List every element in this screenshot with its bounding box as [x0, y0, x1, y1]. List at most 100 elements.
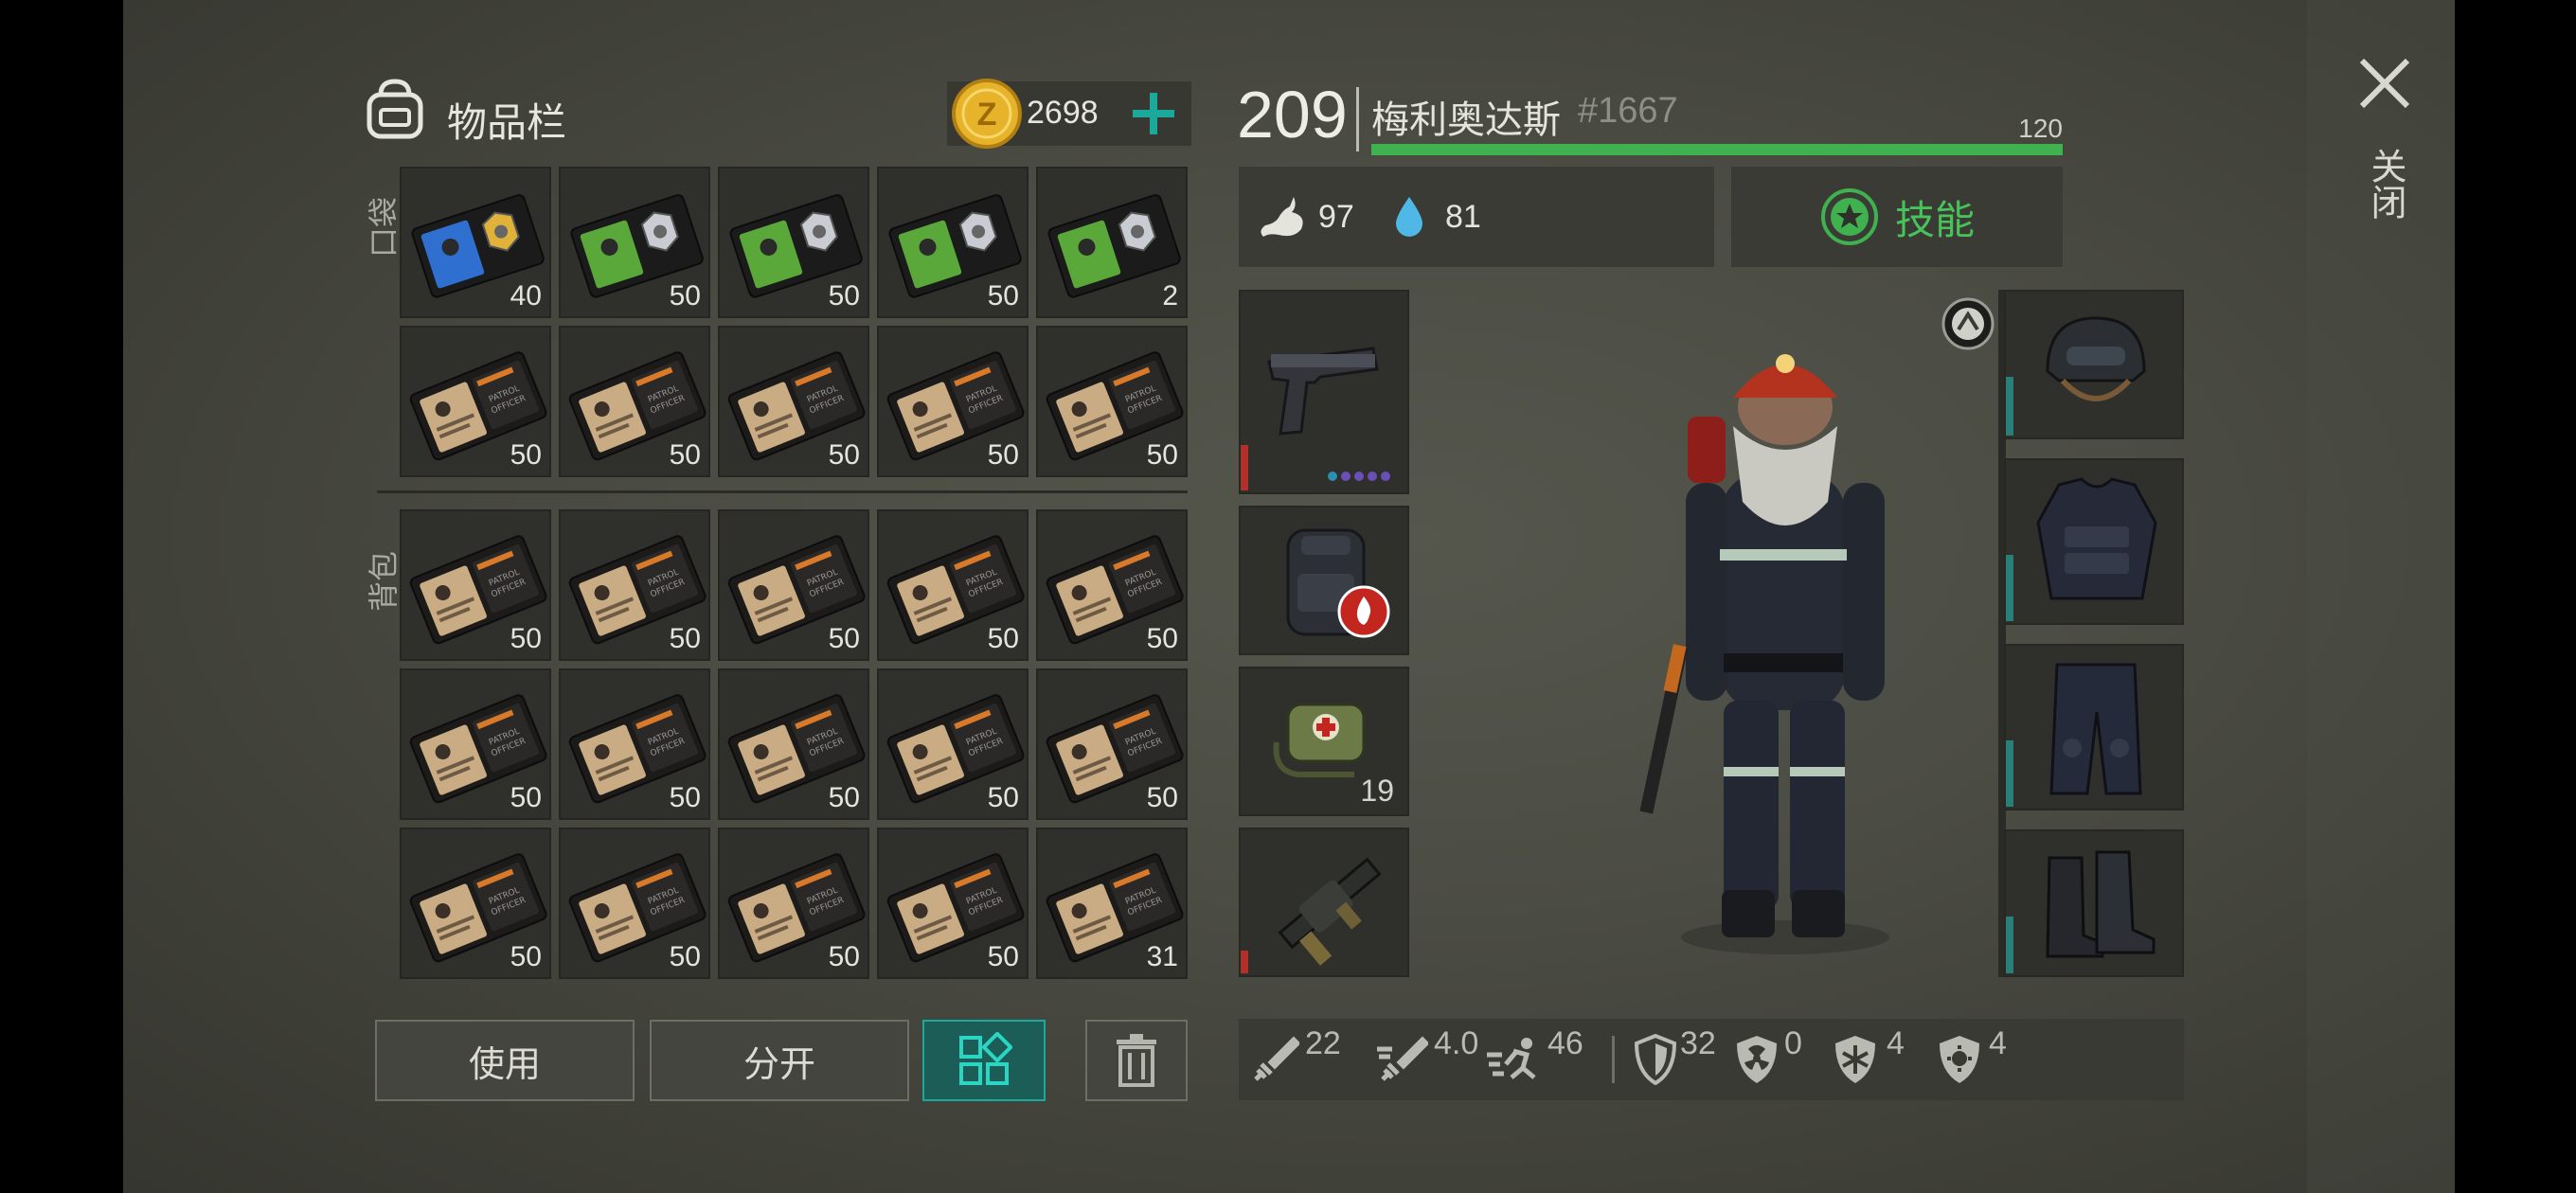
inventory-slot[interactable]: PATROL OFFICER 50	[400, 668, 551, 820]
item-count: 50	[987, 439, 1019, 471]
radiation-value: 0	[1784, 1025, 1802, 1061]
item-count: 50	[1146, 782, 1178, 813]
inventory-slot[interactable]: PATROL OFFICER 50	[877, 326, 1029, 477]
inventory-slot[interactable]: PATROL OFFICER 50	[559, 326, 710, 477]
inventory-slot[interactable]: 2	[1036, 167, 1188, 318]
tactical-backpack-icon	[1286, 528, 1390, 638]
trash-button[interactable]	[1085, 1020, 1188, 1101]
durability-bar	[2006, 917, 2013, 973]
item-count: 50	[828, 782, 860, 813]
movement-speed-icon	[1487, 1038, 1536, 1079]
split-button[interactable]: 分开	[650, 1020, 909, 1101]
item-count: 50	[510, 782, 542, 813]
trash-icon	[1117, 1034, 1156, 1087]
item-count: 50	[828, 623, 860, 654]
weapon-slot-pistol[interactable]	[1239, 290, 1409, 494]
item-count: 2	[1162, 280, 1178, 312]
item-count: 50	[669, 623, 701, 654]
inventory-slot[interactable]: PATROL OFFICER 50	[400, 828, 551, 979]
durability-bar	[1241, 951, 1248, 973]
backpack-icon	[367, 79, 423, 139]
mod-dot	[1341, 472, 1351, 481]
inventory-slot[interactable]: PATROL OFFICER 50	[1036, 326, 1188, 477]
attack-speed-icon	[1377, 1036, 1428, 1081]
mod-dot	[1381, 472, 1390, 481]
item-count: 50	[987, 280, 1019, 312]
skill-star-icon	[1820, 188, 1878, 245]
inventory-slot[interactable]: 50	[877, 167, 1029, 318]
hp-value: 120	[2018, 114, 2063, 143]
grenade-launcher-icon	[1278, 857, 1382, 966]
cold-protection-icon	[1835, 1036, 1875, 1083]
character-figure	[1639, 354, 1889, 954]
body-armor-slot[interactable]	[2004, 458, 2184, 625]
item-count: 50	[510, 941, 542, 972]
tactical-pants-icon	[2049, 663, 2142, 795]
inventory-slot[interactable]: PATROL OFFICER 50	[559, 668, 710, 820]
movement-speed-value: 46	[1547, 1025, 1583, 1061]
stats-divider	[1612, 1036, 1615, 1083]
durability-bar	[2006, 740, 2013, 807]
inventory-slot[interactable]: PATROL OFFICER 50	[877, 828, 1029, 979]
inventory-slot[interactable]: PATROL OFFICER 31	[1036, 828, 1188, 979]
use-button[interactable]: 使用	[375, 1020, 635, 1101]
hp-bar-fill	[1371, 144, 2063, 155]
water-value: 81	[1445, 199, 1481, 235]
z-coin-icon: Z	[952, 79, 1022, 149]
item-count: 40	[510, 280, 542, 312]
close-label[interactable]: 关闭	[2365, 148, 2407, 220]
melee-damage-icon	[1254, 1036, 1299, 1081]
inventory-slot[interactable]: 40	[400, 167, 551, 318]
tactical-helmet-icon	[2046, 316, 2146, 401]
character-buff-icon[interactable]	[1940, 295, 1996, 352]
close-icon[interactable]	[2354, 53, 2415, 114]
inventory-slot[interactable]: PATROL OFFICER 50	[1036, 509, 1188, 661]
inventory-slot[interactable]: 50	[718, 167, 869, 318]
boots-slot[interactable]	[2004, 829, 2184, 977]
inventory-slot[interactable]: PATROL OFFICER 50	[1036, 668, 1188, 820]
coin-count: 2698	[1027, 95, 1099, 131]
water-drop-icon	[1396, 197, 1422, 237]
grid-view-button[interactable]	[922, 1020, 1046, 1101]
inventory-slot[interactable]: PATROL OFFICER 50	[400, 326, 551, 477]
mod-dot	[1368, 472, 1377, 481]
inventory-slot[interactable]: PATROL OFFICER 50	[718, 828, 869, 979]
virus-protection-icon	[1940, 1036, 1979, 1083]
item-count: 50	[510, 439, 542, 471]
item-count: 50	[987, 782, 1019, 813]
inventory-slot[interactable]: PATROL OFFICER 50	[559, 828, 710, 979]
inventory-slot[interactable]: PATROL OFFICER 50	[718, 509, 869, 661]
grid-view-icon	[959, 1032, 1012, 1085]
durability-bar	[2006, 555, 2013, 621]
food-value: 97	[1318, 199, 1354, 235]
radiation-protection-icon	[1737, 1036, 1777, 1083]
character-level: 209	[1237, 78, 1348, 151]
inventory-slot[interactable]: 50	[559, 167, 710, 318]
skills-label: 技能	[1894, 196, 1975, 243]
body-armor-icon	[2036, 477, 2157, 600]
item-count: 50	[669, 782, 701, 813]
inventory-slot[interactable]: PATROL OFFICER 50	[559, 509, 710, 661]
helmet-slot[interactable]	[2004, 290, 2184, 439]
cold-protection-value: 4	[1887, 1025, 1905, 1061]
attack-speed-value: 4.0	[1434, 1025, 1479, 1061]
inventory-slot[interactable]: PATROL OFFICER 50	[718, 326, 869, 477]
inventory-title: 物品栏	[447, 99, 567, 146]
item-count: 50	[1146, 439, 1178, 471]
backpack-slot[interactable]	[1239, 506, 1409, 655]
inventory-slot[interactable]: PATROL OFFICER 50	[877, 509, 1029, 661]
hp-bar-track	[1371, 144, 2063, 155]
pistol-mod-dots	[1328, 472, 1390, 481]
item-count: 50	[1146, 623, 1178, 654]
medkit-slot[interactable]: 19	[1239, 667, 1409, 816]
item-count: 31	[1146, 941, 1178, 972]
skills-button[interactable]: 技能	[1731, 167, 2063, 267]
inventory-slot[interactable]: PATROL OFFICER 50	[877, 668, 1029, 820]
inventory-slot[interactable]: PATROL OFFICER 50	[718, 668, 869, 820]
weapon-slot-launcher[interactable]	[1239, 828, 1409, 977]
add-coins-button[interactable]	[1127, 87, 1180, 140]
durability-bar	[1241, 445, 1248, 490]
pistol-icon	[1267, 347, 1379, 436]
inventory-slot[interactable]: PATROL OFFICER 50	[400, 509, 551, 661]
pants-slot[interactable]	[2004, 644, 2184, 810]
